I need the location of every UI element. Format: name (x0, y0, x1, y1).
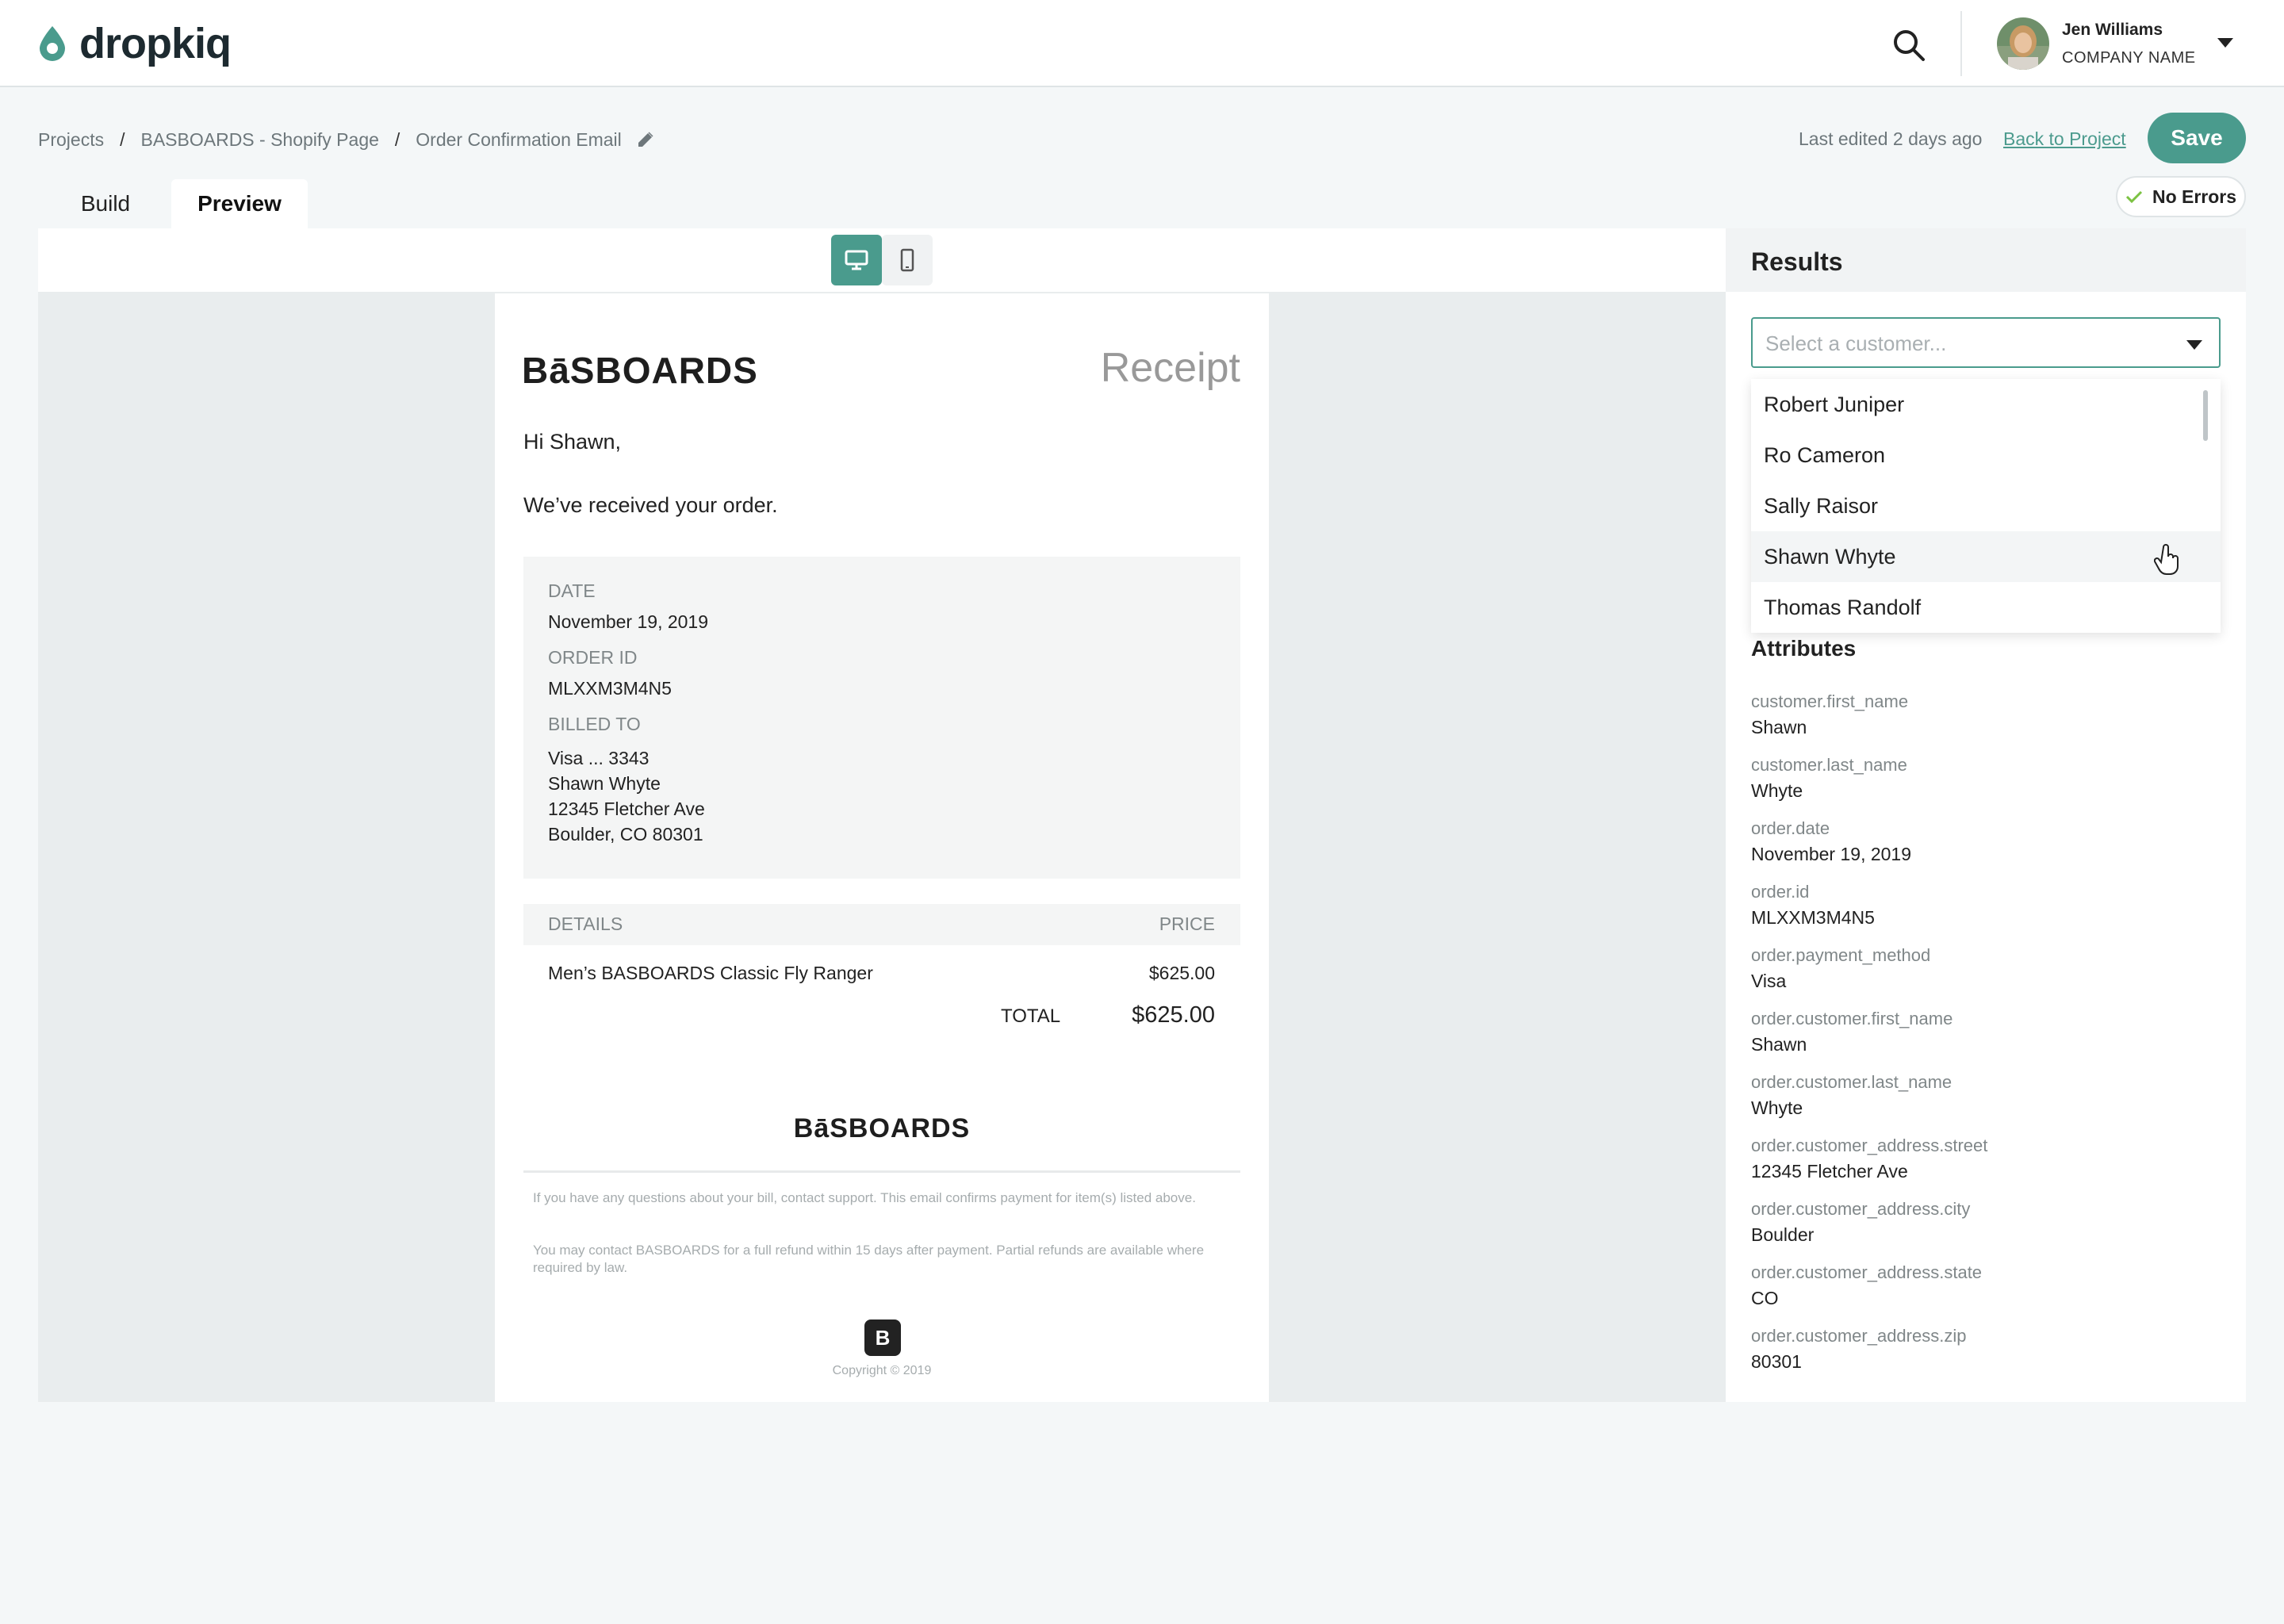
results-panel: Results Select a customer... Robert Juni… (1726, 228, 2246, 1402)
attribute-key: order.date (1751, 818, 1830, 838)
total-value: $625.00 (1132, 1002, 1215, 1028)
order-id-value: MLXXM3M4N5 (548, 678, 672, 699)
details-header: DETAILS PRICE (523, 904, 1240, 945)
check-icon (2125, 190, 2143, 204)
customer-option[interactable]: Sally Raisor (1751, 481, 2221, 531)
attribute-value: Whyte (1751, 1097, 1803, 1118)
brand-badge: B (864, 1320, 901, 1356)
pencil-icon[interactable] (636, 130, 655, 149)
billed-line: Shawn Whyte (548, 773, 661, 794)
attribute-value: Shawn (1751, 1034, 1807, 1055)
desktop-icon (845, 250, 868, 270)
results-header: Results (1726, 228, 2246, 292)
breadcrumb-project[interactable]: BASBOARDS - Shopify Page (140, 129, 378, 151)
status-text: No Errors (2152, 186, 2237, 207)
breadcrumb-separator: / (394, 128, 400, 150)
attribute-key: order.customer.last_name (1751, 1072, 1953, 1092)
email-logo: BāSBOARDS (522, 350, 758, 391)
preview-panel: BāSBOARDS Receipt Hi Shawn, We’ve receiv… (38, 228, 1726, 1402)
breadcrumb-separator: / (120, 128, 125, 150)
last-edited-text: Last edited 2 days ago (1799, 128, 1983, 149)
mobile-view-button[interactable] (882, 235, 933, 285)
fine-print: If you have any questions about your bil… (533, 1190, 1196, 1205)
attribute-value: 12345 Fletcher Ave (1751, 1161, 1908, 1182)
attribute-key: customer.last_name (1751, 755, 1907, 775)
attribute-value: Shawn (1751, 717, 1807, 737)
tab-build[interactable]: Build (38, 179, 173, 228)
caret-down-icon (2186, 340, 2202, 350)
attribute-key: order.id (1751, 882, 1810, 902)
company-name: COMPANY NAME (2062, 49, 2196, 67)
date-label: DATE (548, 580, 596, 601)
attribute-key: order.customer_address.zip (1751, 1326, 1967, 1346)
price-label: PRICE (1159, 914, 1215, 934)
billed-line: Boulder, CO 80301 (548, 824, 703, 845)
chevron-down-icon[interactable] (2216, 36, 2235, 49)
avatar[interactable] (1997, 17, 2049, 70)
save-button[interactable]: Save (2148, 113, 2246, 163)
email-received-text: We’ve received your order. (523, 493, 778, 517)
line-item-price: $625.00 (1148, 963, 1215, 983)
desktop-view-button[interactable] (831, 235, 882, 285)
tab-preview[interactable]: Preview (171, 179, 308, 228)
attribute-value: Boulder (1751, 1224, 1815, 1245)
customer-option[interactable]: Thomas Randolf (1751, 582, 2221, 633)
order-id-label: ORDER ID (548, 647, 638, 668)
status-badge: No Errors (2116, 176, 2246, 217)
attribute-value: 80301 (1751, 1351, 1802, 1372)
details-label: DETAILS (548, 914, 623, 934)
customer-dropdown: Robert Juniper Ro Cameron Sally Raisor S… (1751, 379, 2221, 633)
attribute-key: order.customer_address.city (1751, 1199, 1971, 1219)
email-receipt-heading: Receipt (1100, 345, 1240, 391)
customer-select[interactable]: Select a customer... (1751, 317, 2221, 368)
dropdown-scrollbar[interactable] (2203, 390, 2208, 441)
attribute-key: order.payment_method (1751, 945, 1931, 965)
brand-name: dropkiq (79, 20, 232, 67)
attribute-value: Visa (1751, 971, 1787, 991)
preview-toolbar (38, 228, 1726, 292)
breadcrumb-projects[interactable]: Projects (38, 129, 104, 151)
drop-logo-icon (40, 26, 65, 61)
header-divider (1960, 11, 1962, 76)
billed-line: Visa ... 3343 (548, 748, 650, 768)
attribute-value: CO (1751, 1288, 1779, 1308)
customer-select-placeholder: Select a customer... (1765, 331, 1947, 355)
breadcrumb: Projects / BASBOARDS - Shopify Page / Or… (38, 127, 655, 152)
search-icon[interactable] (1891, 27, 1927, 63)
customer-option[interactable]: Shawn Whyte (1751, 531, 2221, 582)
customer-option[interactable]: Robert Juniper (1751, 379, 2221, 430)
customer-option[interactable]: Ro Cameron (1751, 430, 2221, 481)
email-divider (523, 1170, 1240, 1173)
attributes-title: Attributes (1751, 636, 1857, 661)
fine-print: You may contact BASBOARDS for a full ref… (533, 1243, 1205, 1275)
order-info-box: DATE November 19, 2019 ORDER ID MLXXM3M4… (523, 557, 1240, 879)
email-greeting: Hi Shawn, (523, 430, 622, 454)
top-bar: dropkiq Jen Williams COMPANY NAME (0, 0, 2284, 87)
user-photo-icon (1997, 17, 2049, 70)
attribute-key: customer.first_name (1751, 691, 1909, 711)
results-title: Results (1751, 247, 1843, 276)
back-to-project-link[interactable]: Back to Project (2003, 128, 2126, 150)
breadcrumb-current-page: Order Confirmation Email (416, 128, 622, 150)
line-item-name: Men’s BASBOARDS Classic Fly Ranger (548, 963, 873, 983)
copyright-text: Copyright © 2019 (832, 1364, 932, 1377)
attribute-value: Whyte (1751, 780, 1803, 801)
billed-line: 12345 Fletcher Ave (548, 799, 705, 819)
attribute-value: November 19, 2019 (1751, 844, 1912, 864)
attribute-key: order.customer.first_name (1751, 1009, 1953, 1028)
email-preview: BāSBOARDS Receipt Hi Shawn, We’ve receiv… (495, 293, 1269, 1402)
attribute-key: order.customer_address.state (1751, 1262, 1983, 1282)
hand-cursor-icon (2154, 544, 2179, 575)
mobile-icon (900, 248, 914, 272)
billed-to-label: BILLED TO (548, 714, 641, 734)
attribute-key: order.customer_address.street (1751, 1136, 1988, 1155)
email-footer-logo: BāSBOARDS (793, 1113, 971, 1143)
attribute-value: MLXXM3M4N5 (1751, 907, 1875, 928)
user-name: Jen Williams (2062, 21, 2163, 39)
app-logo[interactable]: dropkiq (36, 17, 232, 70)
total-label: TOTAL (1001, 1005, 1061, 1027)
date-value: November 19, 2019 (548, 611, 709, 632)
